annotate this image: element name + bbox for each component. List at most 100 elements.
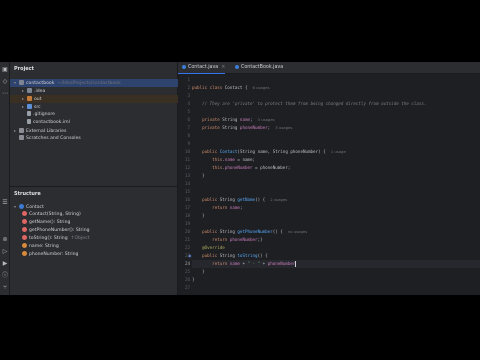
code-line[interactable] <box>192 188 480 196</box>
file-icon <box>27 119 31 124</box>
code-line[interactable]: this.phoneNumber = phoneNumber; <box>192 164 480 172</box>
line-number: 17 <box>184 205 190 210</box>
project-tool-icon[interactable]: ▣ <box>1 66 9 74</box>
structure-panel-title[interactable]: Structure <box>14 191 41 197</box>
line-number: 22 <box>184 245 190 250</box>
method-icon <box>22 219 27 224</box>
code-line[interactable]: public Contact(String name, String phone… <box>192 148 480 156</box>
code-editor[interactable]: Contact.java × ContactBook.java 1234567891… <box>178 62 480 295</box>
code-line[interactable]: this.name = name; <box>192 156 480 164</box>
folder-icon <box>27 104 32 109</box>
code-line[interactable] <box>192 92 480 100</box>
terminal-tool-icon[interactable]: ▶ <box>1 260 9 268</box>
structure-item[interactable]: toString(): String ↑Object <box>10 235 178 243</box>
code-line[interactable]: @Override <box>192 244 480 252</box>
code-line[interactable]: public String getName() { 2 usages <box>192 196 480 204</box>
project-tree-label: src <box>34 105 41 110</box>
code-line[interactable]: private String name; 3 usages <box>192 116 480 124</box>
line-number: 4 <box>187 101 190 106</box>
folder-icon <box>27 96 32 101</box>
code-line[interactable] <box>192 140 480 148</box>
git-tool-icon[interactable]: ⑂ <box>1 284 9 292</box>
field-icon <box>22 243 27 248</box>
java-file-icon <box>182 64 186 69</box>
code-line[interactable]: public String getPhoneNumber() { no usag… <box>192 228 480 236</box>
line-number: 5 <box>187 109 190 114</box>
close-tab-icon[interactable]: × <box>221 65 225 70</box>
ide-window: ▣ ◇ ⋯ ☰ ⊚ ▷ ▶ ⓘ ⑂ Project ▾ contactbook ~/… <box>0 62 480 295</box>
run-tool-icon[interactable]: ▷ <box>1 248 9 256</box>
code-line[interactable] <box>192 180 480 188</box>
code-line[interactable] <box>192 76 480 84</box>
field-icon <box>22 251 27 256</box>
line-number: 24 <box>184 261 190 266</box>
structure-item-label: getPhoneNumber(): String <box>29 228 90 233</box>
line-number: 7 <box>187 125 190 130</box>
tab-label: ContactBook.java <box>241 65 284 70</box>
code-line[interactable]: } <box>192 276 480 284</box>
code-line[interactable] <box>192 284 480 292</box>
code-line[interactable]: private String phoneNumber; 3 usages <box>192 124 480 132</box>
java-file-icon <box>235 64 239 69</box>
line-number: 21 <box>184 237 190 242</box>
code-line[interactable]: return name; <box>192 204 480 212</box>
tab-label: Contact.java <box>188 65 219 70</box>
project-tree-item[interactable]: .gitignore <box>10 111 178 119</box>
project-tree-label: out <box>34 97 42 102</box>
project-panel-title[interactable]: Project <box>14 66 34 72</box>
folder-icon <box>19 80 24 85</box>
project-path: ~/IdeaProjects/contactbook <box>57 81 121 86</box>
commit-tool-icon[interactable]: ◇ <box>1 78 9 86</box>
structure-tool-icon[interactable]: ☰ <box>1 199 9 207</box>
line-number: 12 <box>184 165 190 170</box>
project-tree-item[interactable]: ▾ contactbook ~/IdeaProjects/contactbook <box>10 79 178 87</box>
code-line[interactable]: public class Contact { 6 usages <box>192 84 480 92</box>
project-tree-item[interactable]: ▸ .idea <box>10 87 178 95</box>
project-tree-label: contactbook <box>26 81 55 86</box>
structure-item[interactable]: getName(): String <box>10 219 178 227</box>
code-line[interactable]: // They are 'private' to protect them fr… <box>192 100 480 108</box>
services-tool-icon[interactable]: ⊚ <box>1 236 9 244</box>
code-line[interactable]: } <box>192 212 480 220</box>
project-tree-item[interactable]: contactbook.iml <box>10 119 178 127</box>
code-line[interactable]: return name + " - " + phoneNumber <box>192 260 480 268</box>
panel-divider[interactable] <box>10 186 178 187</box>
structure-item[interactable]: ▾ Contact <box>10 203 178 211</box>
line-number: 14 <box>184 181 190 186</box>
problems-tool-icon[interactable]: ⓘ <box>1 272 9 280</box>
structure-item[interactable]: name: String <box>10 243 178 251</box>
code-line[interactable] <box>192 220 480 228</box>
project-tree-item[interactable]: ▸ src <box>10 103 178 111</box>
library-icon <box>19 128 24 133</box>
project-tree-label: contactbook.iml <box>33 120 70 125</box>
line-number: 11 <box>184 157 190 162</box>
line-number: 1 <box>187 77 190 82</box>
line-number: 6 <box>187 117 190 122</box>
structure-item-label: Contact <box>26 205 44 210</box>
line-number: 15 <box>184 189 190 194</box>
file-icon <box>27 111 31 116</box>
line-number: 20 <box>184 229 190 234</box>
structure-item[interactable]: getPhoneNumber(): String <box>10 227 178 235</box>
project-tree-item[interactable]: ▸ External Libraries <box>10 127 178 135</box>
more-tools-icon[interactable]: ⋯ <box>1 90 9 98</box>
code-line[interactable] <box>192 132 480 140</box>
structure-item[interactable]: phoneNumber: String <box>10 251 178 259</box>
code-line[interactable]: return phoneNumber;} <box>192 236 480 244</box>
code-line[interactable]: } <box>192 172 480 180</box>
project-tree-item[interactable]: Scratches and Consoles <box>10 135 178 143</box>
tab-contactbook-java[interactable]: ContactBook.java <box>231 62 283 74</box>
code-area[interactable]: public class Contact { 6 usages // They … <box>192 76 480 295</box>
code-line[interactable]: public String toString() { <box>192 252 480 260</box>
structure-item[interactable]: Contact(String, String) <box>10 211 178 219</box>
line-number: 2 <box>187 85 190 90</box>
project-tree-item[interactable]: ▸ out <box>10 95 178 103</box>
tab-contact-java[interactable]: Contact.java × <box>178 62 226 74</box>
line-number-gutter: 1 2 3 4 5 6 7 8 9 10 11 12 13 14 15 16 17 18 19 20 21 22 23 24 2… <box>178 76 192 295</box>
structure-item-hint: ↑Object <box>70 236 90 241</box>
code-line[interactable] <box>192 108 480 116</box>
structure-item-label: name: String <box>29 244 59 249</box>
code-line[interactable]: } <box>192 268 480 276</box>
project-tree-label: .idea <box>34 89 46 94</box>
method-icon <box>22 211 27 216</box>
